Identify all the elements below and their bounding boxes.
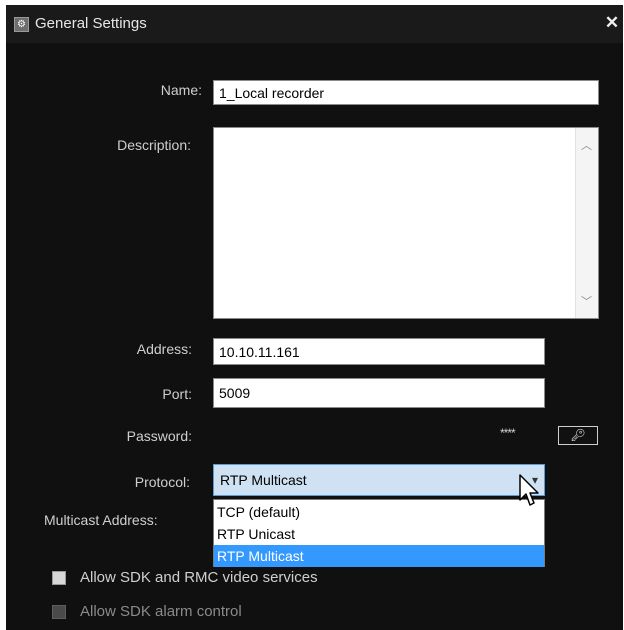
address-input[interactable]: [213, 338, 545, 365]
protocol-selected-value: RTP Multicast: [220, 472, 307, 488]
description-scrollbar[interactable]: ︿ ﹀: [575, 128, 598, 318]
description-field: ︿ ﹀: [213, 127, 599, 319]
protocol-option-tcp[interactable]: TCP (default): [214, 501, 544, 523]
port-label: Port:: [162, 386, 192, 402]
dialog-title: General Settings: [35, 15, 147, 32]
name-label: Name:: [160, 82, 202, 98]
key-icon: 🔑︎: [570, 428, 586, 442]
password-label: Password:: [126, 428, 192, 444]
protocol-label: Protocol:: [134, 474, 190, 490]
protocol-option-rtp-unicast[interactable]: RTP Unicast: [214, 523, 544, 545]
address-label: Address:: [136, 341, 192, 357]
protocol-select[interactable]: RTP Multicast ▾: [213, 464, 545, 496]
change-password-button[interactable]: 🔑︎: [558, 426, 598, 445]
allow-sdk-alarm-control-label: Allow SDK alarm control: [80, 603, 242, 620]
allow-sdk-alarm-control-checkbox: [52, 605, 66, 619]
settings-gear-icon: ⚙: [14, 17, 29, 32]
password-mask: ****: [500, 426, 516, 440]
mouse-pointer-icon: [519, 474, 539, 506]
chevron-down-icon[interactable]: ﹀: [576, 292, 597, 312]
allow-sdk-rmc-video-label: Allow SDK and RMC video services: [80, 569, 318, 586]
description-label: Description:: [117, 137, 191, 153]
chevron-up-icon[interactable]: ︿: [576, 136, 597, 156]
protocol-dropdown-list: TCP (default) RTP Unicast RTP Multicast: [213, 499, 545, 567]
title-bar: ⚙ General Settings ✕: [6, 5, 623, 43]
name-input[interactable]: [213, 80, 599, 105]
close-icon[interactable]: ✕: [603, 13, 621, 33]
general-settings-dialog: ⚙ General Settings ✕ Name: Description: …: [6, 5, 623, 630]
allow-sdk-rmc-video-checkbox[interactable]: [52, 571, 66, 585]
protocol-option-rtp-multicast[interactable]: RTP Multicast: [214, 545, 544, 567]
multicast-address-label: Multicast Address:: [44, 512, 158, 528]
description-input[interactable]: [214, 128, 576, 318]
port-input[interactable]: [213, 378, 545, 408]
